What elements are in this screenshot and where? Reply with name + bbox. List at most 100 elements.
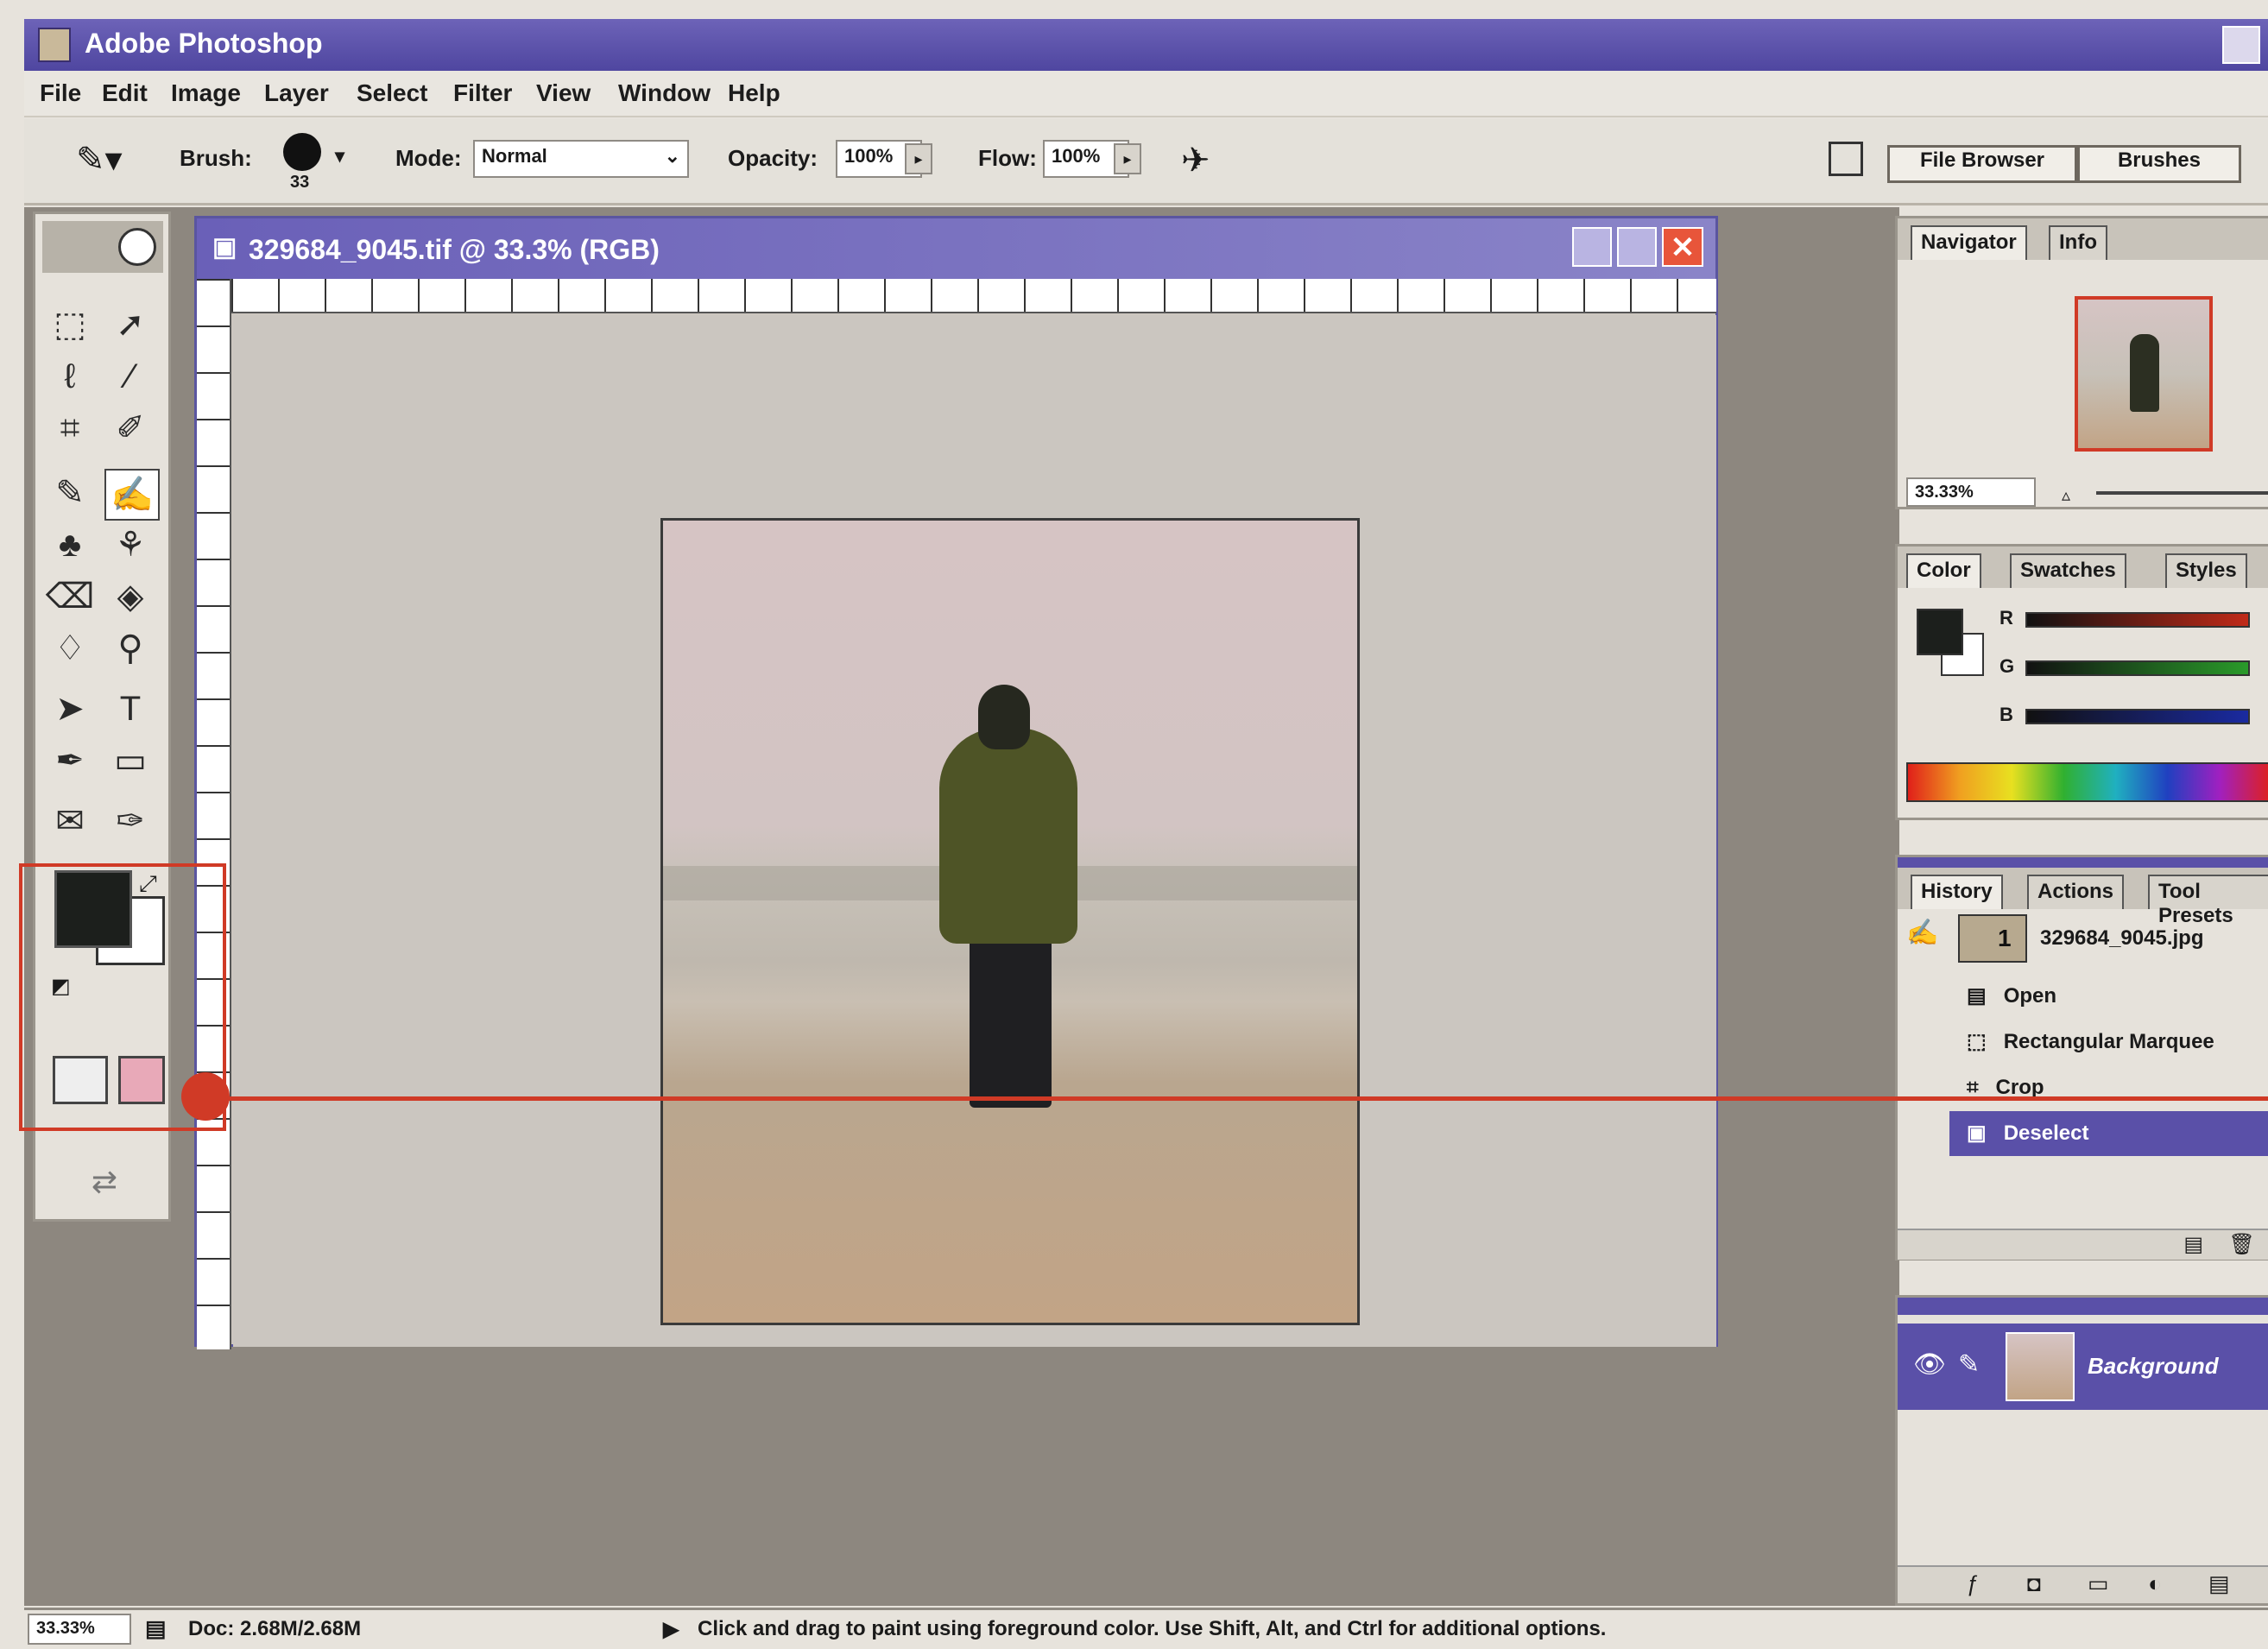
healing-brush-icon[interactable]: ✎	[44, 469, 96, 517]
brush-icon[interactable]: ✍	[104, 469, 160, 521]
history-step-marquee[interactable]: ⬚ Rectangular Marquee	[1967, 1020, 2268, 1065]
new-layer-icon[interactable]: ▤	[2208, 1570, 2230, 1597]
type-icon[interactable]: T	[104, 685, 156, 733]
flow-label: Flow:	[978, 145, 1037, 171]
navigator-tab-bar: Navigator Info	[1898, 218, 2268, 260]
red-slider[interactable]	[2025, 612, 2250, 628]
color-panel-foreground-swatch[interactable]	[1917, 609, 1963, 655]
new-snapshot-icon[interactable]: ▤	[2183, 1232, 2203, 1257]
channel-b-label: B	[2000, 704, 2013, 725]
layer-thumbnail	[2006, 1332, 2075, 1401]
tab-navigator[interactable]: Navigator	[1911, 225, 2027, 260]
dodge-icon[interactable]: ⚲	[104, 624, 156, 673]
menu-filter[interactable]: Filter	[453, 79, 512, 107]
green-slider[interactable]	[2025, 660, 2250, 676]
eyedropper-icon[interactable]: ✑	[104, 797, 156, 845]
lasso-icon[interactable]: ℓ	[44, 352, 96, 401]
menu-window[interactable]: Window	[618, 79, 711, 107]
adjustment-layer-icon[interactable]: ◐	[2148, 1570, 2162, 1597]
document-info-icon[interactable]: ▤	[145, 1615, 167, 1642]
gradient-icon[interactable]: ◈	[104, 572, 156, 621]
magic-wand-icon[interactable]: ⁄	[104, 352, 156, 401]
tab-actions[interactable]: Actions	[2027, 875, 2125, 909]
history-brush-icon[interactable]: ⚘	[104, 521, 156, 569]
blue-slider[interactable]	[2025, 709, 2250, 724]
zoom-out-icon[interactable]: ▵	[2062, 484, 2088, 505]
trash-icon[interactable]: 🗑	[2229, 1232, 2255, 1257]
tab-file-browser[interactable]: File Browser	[1887, 145, 2077, 183]
menu-help[interactable]: Help	[728, 79, 780, 107]
layer-style-icon[interactable]: ƒ	[1967, 1570, 1979, 1597]
navigator-zoom-slider[interactable]	[2096, 491, 2268, 495]
tab-color[interactable]: Color	[1906, 553, 1981, 588]
tab-tool-presets[interactable]: Tool Presets	[2148, 875, 2268, 927]
history-step-deselect[interactable]: ▣ Deselect	[1949, 1111, 2268, 1156]
close-icon[interactable]: ✕	[1662, 227, 1703, 267]
channel-g-label: G	[2000, 655, 2015, 677]
navigator-zoom-input[interactable]: 33.33%	[1906, 477, 2036, 507]
history-step-label: Deselect	[2003, 1121, 2089, 1145]
photo-beach-figure[interactable]	[660, 518, 1360, 1325]
status-arrow-icon[interactable]: ▶	[663, 1617, 679, 1642]
layer-row-background[interactable]: 👁 ✎ Background	[1898, 1324, 2268, 1410]
notes-icon[interactable]: ✉	[44, 797, 96, 845]
menu-file[interactable]: File	[40, 79, 81, 107]
opacity-stepper[interactable]: ▸	[905, 143, 932, 174]
color-panel: Color Swatches Styles R G B	[1895, 544, 2268, 820]
brush-tool-preset-icon[interactable]: ✎▾	[76, 138, 136, 181]
eye-logo-icon[interactable]	[118, 228, 156, 266]
tab-styles[interactable]: Styles	[2165, 553, 2247, 588]
menu-bar: File Edit Image Layer Select Filter View…	[24, 71, 2268, 117]
slice-icon[interactable]: ✐	[104, 404, 156, 452]
minimize-button[interactable]	[1572, 227, 1612, 267]
open-icon: ▤	[1967, 984, 1987, 1008]
menu-image[interactable]: Image	[171, 79, 241, 107]
tab-swatches[interactable]: Swatches	[2010, 553, 2126, 588]
layer-mask-icon[interactable]: ◘	[2027, 1570, 2041, 1597]
maximize-button[interactable]	[1617, 227, 1657, 267]
palette-well-icon[interactable]	[1829, 142, 1863, 176]
brush-link-icon: ✎	[1958, 1350, 1981, 1379]
canvas-area[interactable]	[233, 315, 1716, 1347]
tab-brushes[interactable]: Brushes	[2077, 145, 2241, 183]
horizontal-ruler	[231, 279, 1716, 313]
visibility-eye-icon[interactable]: 👁	[1913, 1349, 1946, 1380]
app-title: Adobe Photoshop	[85, 28, 323, 59]
menu-view[interactable]: View	[536, 79, 591, 107]
marquee-icon[interactable]: ⬚	[44, 300, 96, 349]
history-step-crop[interactable]: ⌗ Crop	[1967, 1065, 2268, 1110]
history-step-open[interactable]: ▤ Open	[1967, 974, 2268, 1019]
menu-edit[interactable]: Edit	[102, 79, 148, 107]
layers-panel-header	[1898, 1298, 2268, 1315]
navigator-thumbnail[interactable]	[2075, 296, 2213, 452]
eraser-icon[interactable]: ⌫	[44, 572, 96, 621]
navigator-thumbnail-figure	[2130, 334, 2159, 412]
crop-icon: ⌗	[1967, 1076, 1979, 1099]
doc-size[interactable]: Doc: 2.68M/2.68M	[188, 1617, 361, 1641]
color-spectrum-ramp[interactable]	[1906, 762, 2268, 802]
menu-select[interactable]: Select	[357, 79, 428, 107]
airbrush-icon[interactable]: ✈	[1181, 136, 1233, 185]
brush-dropdown-icon[interactable]: ▾	[335, 145, 344, 167]
shape-icon[interactable]: ▭	[104, 736, 156, 785]
history-brush-source-icon[interactable]: ✍	[1906, 918, 1949, 961]
snapshot-name[interactable]: 329684_9045.jpg	[2040, 926, 2203, 951]
crop-icon[interactable]: ⌗	[44, 404, 96, 452]
path-selection-icon[interactable]: ➤	[44, 685, 96, 733]
pen-icon[interactable]: ✒	[44, 736, 96, 785]
chevron-down-icon: ⌄	[664, 145, 680, 167]
photo-person-legs	[970, 935, 1052, 1108]
clone-stamp-icon[interactable]: ♣	[44, 521, 96, 569]
tab-history[interactable]: History	[1911, 875, 2003, 909]
blur-icon[interactable]: ♢	[44, 624, 96, 673]
jump-to-imageready-icon[interactable]: ⇄	[53, 1164, 156, 1207]
move-icon[interactable]: ➚	[104, 300, 156, 349]
new-set-icon[interactable]: ▭	[2088, 1570, 2109, 1597]
status-zoom-input[interactable]: 33.33%	[28, 1614, 131, 1645]
menu-layer[interactable]: Layer	[264, 79, 329, 107]
flow-stepper[interactable]: ▸	[1114, 143, 1141, 174]
mode-select[interactable]: Normal ⌄	[473, 140, 689, 178]
brush-preview-icon[interactable]	[283, 133, 321, 171]
tab-info[interactable]: Info	[2049, 225, 2107, 260]
maximize-button[interactable]	[2222, 26, 2260, 64]
